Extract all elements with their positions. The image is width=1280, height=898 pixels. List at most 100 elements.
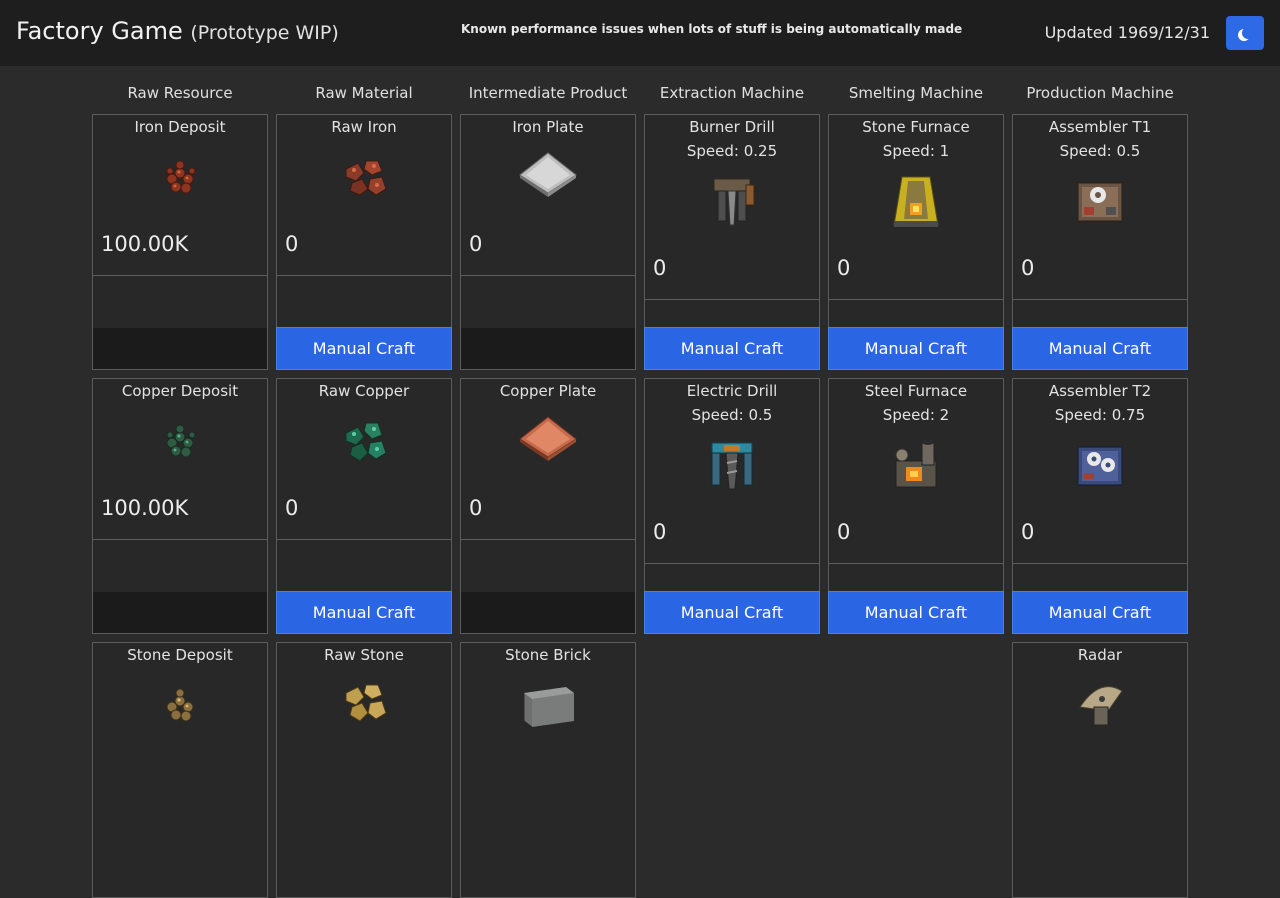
- card-footer: [93, 328, 267, 369]
- card-divider: [829, 563, 1003, 564]
- card-name: Raw Iron: [331, 118, 397, 136]
- manual-craft-button[interactable]: Manual Craft: [1012, 591, 1188, 634]
- manual-craft-button[interactable]: Manual Craft: [644, 591, 820, 634]
- machine-speed: Speed: 0.25: [686, 142, 778, 160]
- moon-icon: [1242, 27, 1254, 39]
- machine-count: 0: [837, 520, 851, 544]
- card-divider: [461, 539, 635, 540]
- column-header-production-machine: Production Machine: [1026, 84, 1174, 102]
- steel-furnace-icon: [895, 439, 937, 488]
- card-raw-iron: Raw Iron 0 Manual Craft: [276, 114, 452, 370]
- card-name: Copper Plate: [499, 382, 597, 400]
- item-count: 0: [469, 496, 483, 520]
- machine-count: 0: [837, 256, 851, 280]
- app-subtitle: (Prototype WIP): [190, 22, 339, 44]
- stone-brick-icon: [523, 686, 575, 728]
- card-copper-plate: Copper Plate 0: [460, 378, 636, 634]
- manual-craft-button[interactable]: Manual Craft: [276, 327, 452, 370]
- card-footer: [461, 592, 635, 633]
- card-divider: [829, 299, 1003, 300]
- machine-count: 0: [1021, 256, 1035, 280]
- card-name: Steel Furnace: [864, 382, 968, 400]
- machine-speed: Speed: 1: [882, 142, 950, 160]
- card-raw-copper: Raw Copper 0 Manual Craft: [276, 378, 452, 634]
- raw-stone-icon: [345, 684, 387, 722]
- column-header-intermediate-product: Intermediate Product: [468, 84, 628, 102]
- card-divider: [645, 299, 819, 300]
- manual-craft-button[interactable]: Manual Craft: [276, 591, 452, 634]
- iron-plate-icon: [519, 152, 577, 197]
- stone-ore-icon: [166, 688, 194, 722]
- raw-copper-icon: [345, 422, 387, 462]
- column-header-extraction-machine: Extraction Machine: [659, 84, 805, 102]
- updated-date: Updated 1969/12/31: [1044, 23, 1210, 42]
- card-name: Stone Furnace: [862, 118, 970, 136]
- card-stone-deposit: Stone Deposit: [92, 642, 268, 898]
- card-radar: Radar: [1012, 642, 1188, 898]
- machine-count: 0: [1021, 520, 1035, 544]
- item-count: 0: [469, 232, 483, 256]
- card-footer: [461, 328, 635, 369]
- card-name: Copper Deposit: [121, 382, 239, 400]
- card-name: Iron Deposit: [134, 118, 226, 136]
- card-name: Stone Deposit: [127, 646, 233, 664]
- card-divider: [1013, 299, 1187, 300]
- navbar: Factory Game (Prototype WIP) Known perfo…: [0, 0, 1280, 66]
- stone-furnace-icon: [893, 176, 939, 227]
- card-name: Stone Brick: [505, 646, 591, 664]
- manual-craft-button[interactable]: Manual Craft: [1012, 327, 1188, 370]
- copper-ore-icon: [166, 424, 196, 458]
- copper-plate-icon: [519, 416, 577, 461]
- burner-drill-icon: [713, 178, 755, 226]
- resource-count: 100.00K: [101, 232, 189, 256]
- machine-speed: Speed: 2: [882, 406, 950, 424]
- item-count: 0: [285, 496, 299, 520]
- radar-icon: [1079, 686, 1123, 726]
- card-electric-drill: Electric Drill Speed: 0.5 0 Manual Craft: [644, 378, 820, 634]
- machine-count: 0: [653, 520, 667, 544]
- card-name: Radar: [1077, 646, 1123, 664]
- card-name: Assembler T1: [1048, 118, 1152, 136]
- column-header-raw-material: Raw Material: [315, 84, 413, 102]
- card-name: Burner Drill: [689, 118, 775, 136]
- card-divider: [277, 539, 451, 540]
- card-iron-plate: Iron Plate 0: [460, 114, 636, 370]
- column-header-raw-resource: Raw Resource: [127, 84, 233, 102]
- card-divider: [277, 275, 451, 276]
- card-name: Raw Stone: [324, 646, 404, 664]
- manual-craft-button[interactable]: Manual Craft: [828, 327, 1004, 370]
- raw-iron-icon: [345, 160, 387, 196]
- resource-count: 100.00K: [101, 496, 189, 520]
- card-divider: [93, 539, 267, 540]
- card-raw-stone: Raw Stone: [276, 642, 452, 898]
- card-divider: [93, 275, 267, 276]
- theme-toggle-button[interactable]: [1226, 16, 1264, 50]
- card-stone-furnace: Stone Furnace Speed: 1 0 Manual Craft: [828, 114, 1004, 370]
- machine-count: 0: [653, 256, 667, 280]
- card-divider: [461, 275, 635, 276]
- card-copper-deposit: Copper Deposit 100.00K: [92, 378, 268, 634]
- card-name: Electric Drill: [686, 382, 778, 400]
- card-divider: [645, 563, 819, 564]
- item-count: 0: [285, 232, 299, 256]
- manual-craft-button[interactable]: Manual Craft: [828, 591, 1004, 634]
- performance-notice: Known performance issues when lots of st…: [461, 22, 963, 36]
- assembler-t2-icon: [1077, 446, 1123, 486]
- card-footer: [93, 592, 267, 633]
- card-name: Iron Plate: [512, 118, 584, 136]
- card-stone-brick: Stone Brick: [460, 642, 636, 898]
- electric-drill-icon: [711, 442, 753, 490]
- manual-craft-button[interactable]: Manual Craft: [644, 327, 820, 370]
- card-steel-furnace: Steel Furnace Speed: 2 0 Manual Craft: [828, 378, 1004, 634]
- card-name: Raw Copper: [318, 382, 410, 400]
- app-title: Factory Game (Prototype WIP): [16, 17, 339, 45]
- machine-speed: Speed: 0.75: [1054, 406, 1146, 424]
- card-burner-drill: Burner Drill Speed: 0.25 0 Manual Craft: [644, 114, 820, 370]
- iron-ore-icon: [166, 160, 196, 194]
- machine-speed: Speed: 0.5: [691, 406, 773, 424]
- card-iron-deposit: Iron Deposit 100.00K: [92, 114, 268, 370]
- assembler-icon: [1077, 182, 1123, 222]
- card-name: Assembler T2: [1048, 382, 1152, 400]
- app-title-text: Factory Game: [16, 17, 183, 45]
- machine-speed: Speed: 0.5: [1059, 142, 1141, 160]
